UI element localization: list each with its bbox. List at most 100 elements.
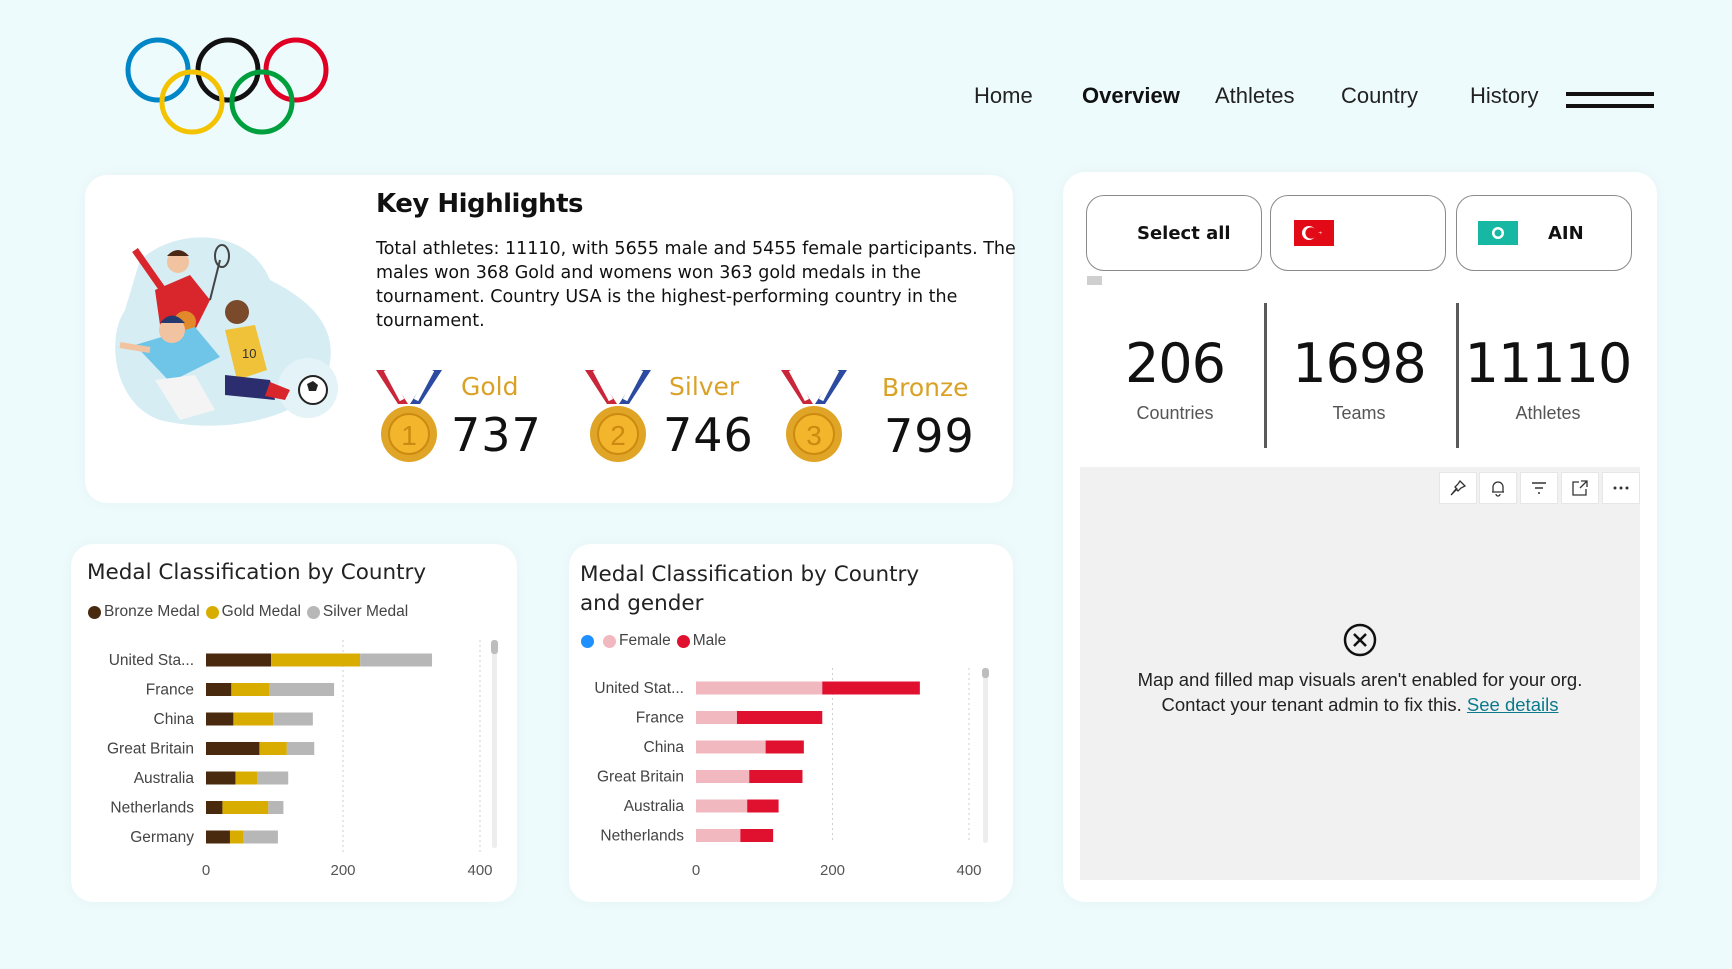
key-highlights-title: Key Highlights [376, 189, 583, 219]
bar-segment [765, 740, 804, 754]
pin-icon[interactable] [1439, 472, 1477, 504]
scrollbar-thumb [982, 668, 989, 678]
map-message-line1: Map and filled map visuals aren't enable… [1137, 669, 1583, 690]
x-tick-label: 200 [330, 862, 355, 879]
see-details-link[interactable]: See details [1467, 694, 1559, 715]
bar-segment [269, 683, 335, 696]
bar-segment [271, 653, 361, 667]
bar-segment [235, 771, 258, 785]
bar-segment [206, 683, 232, 696]
x-tick-label: 400 [956, 862, 981, 879]
bar-segment [696, 740, 766, 754]
gold-medal-icon: 1 [376, 368, 442, 462]
ain-flag-icon [1478, 221, 1518, 245]
map-disabled-message: Map and filled map visuals aren't enable… [1090, 667, 1630, 717]
bar-segment [233, 712, 274, 726]
nav-home[interactable]: Home [974, 83, 1033, 109]
nav-overview[interactable]: Overview [1082, 83, 1180, 109]
chart1-legend: Bronze Medal Gold Medal Silver Medal [88, 603, 414, 621]
chart1-title: Medal Classification by Country [87, 560, 427, 585]
category-label: France [636, 710, 684, 727]
kpi-countries-value: 206 [1124, 332, 1226, 395]
legend-label: Bronze Medal [104, 603, 200, 620]
bar-segment [747, 799, 779, 813]
kpi-teams-label: Teams [1332, 403, 1386, 423]
svg-text:10: 10 [242, 346, 256, 361]
bar-segment [360, 653, 433, 667]
legend-dot [88, 605, 101, 619]
svg-text:1: 1 [401, 420, 417, 451]
scrollbar-thumb [491, 640, 498, 654]
x-tick-label: 200 [820, 862, 845, 879]
bar-segment [257, 771, 289, 785]
error-circle-icon [1343, 623, 1377, 657]
bar-segment [740, 829, 774, 842]
bar-segment [243, 830, 278, 844]
svg-text:3: 3 [806, 420, 822, 451]
legend-label: Male [692, 632, 727, 649]
bar-segment [696, 770, 750, 783]
bar-segment [206, 712, 234, 726]
kpi-athletes-label: Athletes [1515, 403, 1581, 423]
select-all-chip[interactable]: Select all [1086, 195, 1262, 271]
filter-icon[interactable] [1520, 472, 1558, 504]
slicer-scroll-handle[interactable] [1087, 276, 1102, 285]
gold-value: 737 [451, 408, 542, 462]
silver-value: 746 [663, 408, 754, 462]
kpi-teams-value: 1698 [1292, 332, 1426, 395]
legend-item-gold[interactable]: Gold Medal [205, 603, 301, 621]
category-label: United Sta... [109, 652, 194, 669]
category-label: China [644, 739, 685, 756]
legend-label: Female [619, 632, 671, 649]
bar-segment [206, 801, 223, 814]
bar-segment [206, 771, 236, 785]
scrollbar-track [492, 640, 497, 848]
select-all-label: Select all [1137, 223, 1231, 244]
bronze-label: Bronze [882, 373, 969, 402]
legend-dot [306, 605, 320, 619]
ain-chip[interactable]: AIN [1456, 195, 1632, 271]
legend-dot [205, 605, 219, 619]
map-message-line2: Contact your tenant admin to fix this. S… [1090, 692, 1630, 717]
olympic-rings-logo [125, 37, 329, 135]
turkey-chip[interactable] [1270, 195, 1446, 271]
expand-icon[interactable] [1561, 472, 1599, 504]
kpi-divider [1264, 303, 1267, 448]
category-label: China [154, 711, 195, 728]
nav-country[interactable]: Country [1341, 83, 1418, 109]
legend-item-bronze[interactable]: Bronze Medal [88, 603, 200, 621]
bar-segment [231, 683, 270, 696]
bar-segment [206, 653, 272, 667]
bar-segment [273, 712, 313, 726]
bar-segment [696, 799, 748, 813]
x-tick-label: 0 [692, 862, 700, 879]
kpi-athletes-value: 11110 [1464, 332, 1633, 395]
nav-athletes[interactable]: Athletes [1215, 83, 1295, 109]
x-tick-label: 0 [202, 862, 210, 879]
category-label: Netherlands [600, 828, 684, 845]
legend-item-blue[interactable] [581, 634, 597, 648]
legend-item-silver[interactable]: Silver Medal [306, 603, 408, 621]
legend-item-female[interactable]: Female [603, 632, 671, 650]
category-label: Great Britain [597, 769, 684, 786]
legend-dot [676, 634, 690, 648]
bar-segment [268, 801, 284, 814]
category-label: Germany [130, 829, 194, 846]
bar-segment [736, 711, 823, 724]
bar-segment [222, 801, 269, 814]
bell-icon[interactable] [1479, 472, 1517, 504]
category-label: Great Britain [107, 741, 194, 758]
x-tick-label: 400 [467, 862, 492, 879]
ain-label: AIN [1548, 223, 1584, 244]
bronze-medal-icon: 3 [781, 368, 847, 462]
silver-medal-icon: 2 [585, 368, 651, 462]
more-icon[interactable] [1602, 472, 1640, 504]
nav-history[interactable]: History [1470, 83, 1538, 109]
legend-item-male[interactable]: Male [676, 632, 727, 650]
chart1-plot: 0 200 400 United Sta... France China Great Bri… [107, 640, 498, 879]
bar-segment [286, 742, 315, 755]
bar-segment [696, 829, 741, 842]
category-label: France [146, 682, 194, 699]
chart2-legend: Female Male [581, 632, 732, 650]
menu-icon[interactable] [1566, 92, 1654, 112]
